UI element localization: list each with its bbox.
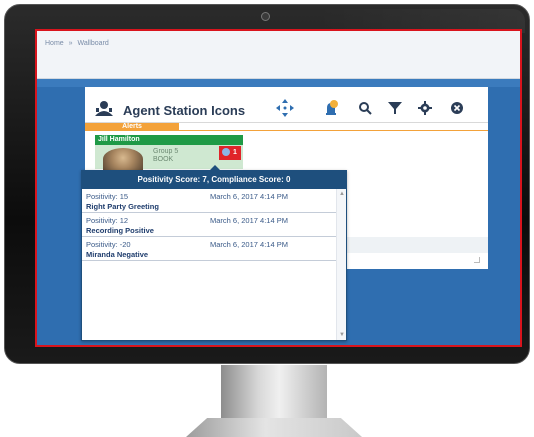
resize-grip[interactable] [474, 257, 480, 263]
score-list: Positivity: 15 March 6, 2017 4:14 PM Rig… [82, 189, 338, 261]
popup-header: Positivity Score: 7, Compliance Score: 0 [82, 171, 346, 189]
breadcrumb-wallboard-link[interactable]: Wallboard [78, 40, 109, 47]
positivity-value: Positivity: 15 [86, 192, 129, 201]
monitor-stand-neck [221, 365, 327, 423]
alert-dot-icon [222, 148, 230, 156]
score-category: Right Party Greeting [86, 202, 159, 211]
panel-title: Agent Station Icons [123, 103, 246, 118]
score-row[interactable]: Positivity: 12 March 6, 2017 4:14 PM Rec… [82, 213, 338, 237]
positivity-value: Positivity: -20 [86, 240, 131, 249]
scroll-up-icon[interactable]: ▲ [339, 191, 345, 197]
search-icon[interactable] [355, 98, 375, 118]
breadcrumb-separator: » [68, 40, 73, 47]
score-date: March 6, 2017 4:14 PM [210, 216, 288, 225]
score-category: Recording Positive [86, 226, 154, 235]
monitor-stand-base [186, 418, 362, 437]
filter-icon[interactable] [385, 98, 405, 118]
score-row[interactable]: Positivity: -20 March 6, 2017 4:14 PM Mi… [82, 237, 338, 261]
positivity-value: Positivity: 12 [86, 216, 129, 225]
popup-arrow [209, 165, 221, 171]
move-arrows-icon[interactable] [275, 98, 295, 118]
top-bar: Home » Wallboard [37, 31, 520, 79]
avatar [103, 148, 143, 170]
agent-name: Jill Hamilton [95, 135, 243, 145]
agent-group-label: Group 5 [153, 148, 179, 155]
alert-count: 1 [233, 149, 237, 156]
agent-group-sub: BOOK [153, 156, 174, 163]
score-category: Miranda Negative [86, 250, 149, 259]
alerts-bar: Alerts [85, 123, 488, 131]
popup-scrollbar[interactable]: ▲ ▼ [336, 189, 346, 340]
alert-count-badge[interactable]: 1 [219, 146, 241, 160]
agent-icon [95, 101, 113, 116]
alert-bell-icon[interactable] [321, 98, 341, 118]
agent-card[interactable]: Jill Hamilton Group 5 BOOK 1 [95, 135, 243, 170]
score-date: March 6, 2017 4:14 PM [210, 192, 288, 201]
tab-alerts[interactable]: Alerts [85, 123, 179, 131]
scroll-down-icon[interactable]: ▼ [339, 332, 345, 338]
panel-header: Agent Station Icons [85, 87, 488, 123]
breadcrumb: Home » Wallboard [45, 40, 112, 47]
breadcrumb-home-link[interactable]: Home [45, 40, 64, 47]
screen: Home » Wallboard Agent Station Icons Ale… [35, 29, 522, 347]
sub-bar [37, 79, 520, 87]
agent-group: Group 5 BOOK [153, 148, 178, 164]
gear-icon[interactable] [415, 98, 435, 118]
score-popup: Positivity Score: 7, Compliance Score: 0… [81, 165, 347, 341]
webcam [261, 12, 270, 21]
score-row[interactable]: Positivity: 15 March 6, 2017 4:14 PM Rig… [82, 189, 338, 213]
close-icon[interactable] [447, 98, 467, 118]
monitor-frame: Home » Wallboard Agent Station Icons Ale… [4, 4, 530, 364]
score-date: March 6, 2017 4:14 PM [210, 240, 288, 249]
